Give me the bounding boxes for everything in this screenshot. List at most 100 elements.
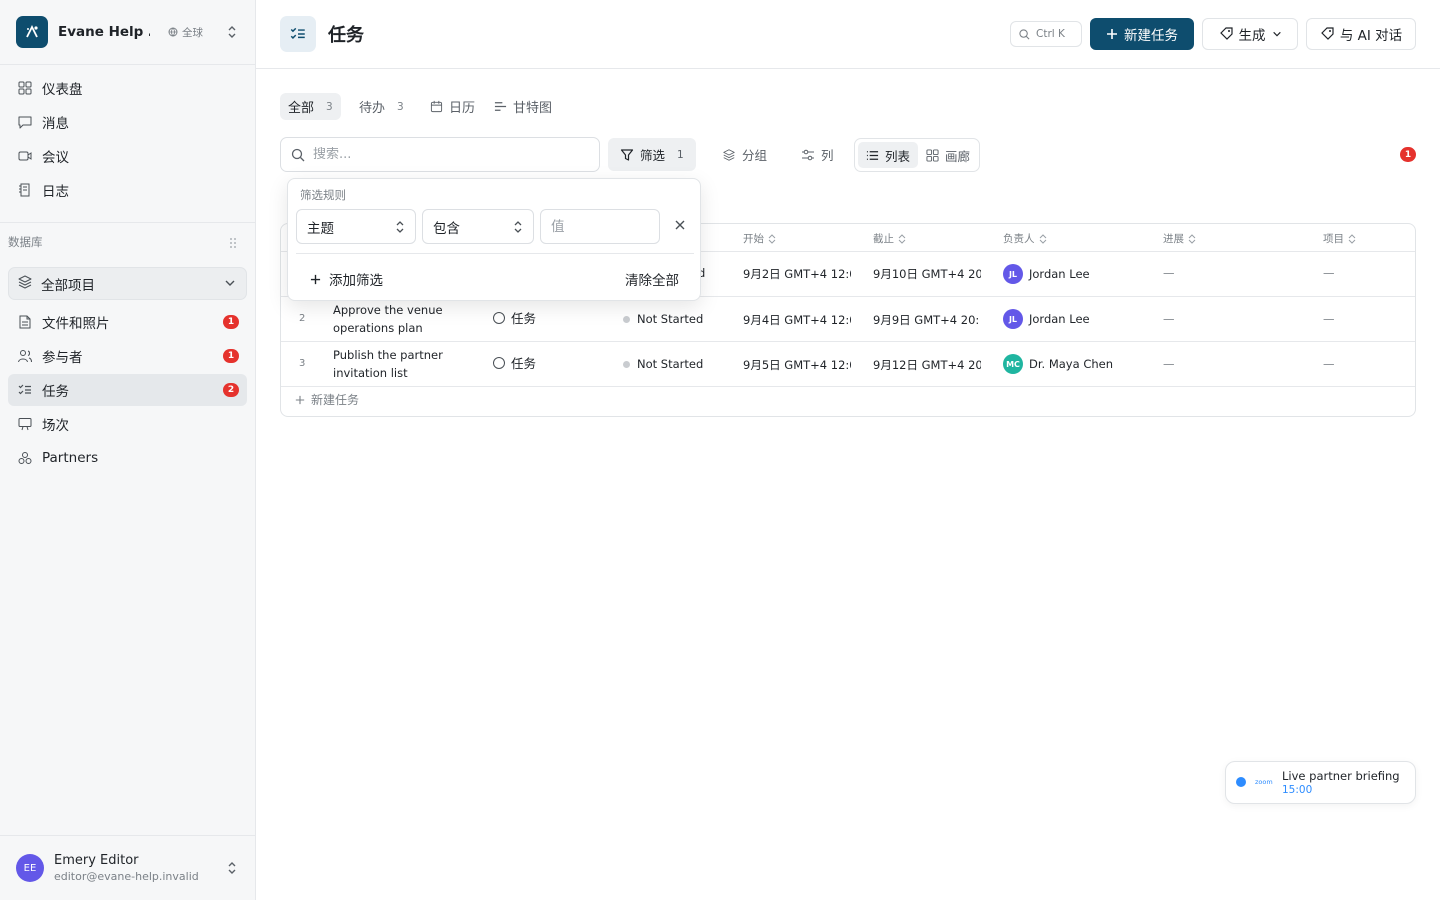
count-badge: 2: [223, 383, 239, 397]
column-header-progress[interactable]: 进展: [1163, 231, 1196, 246]
status-badge[interactable]: Not Started: [623, 312, 703, 326]
funnel-icon: [620, 148, 634, 161]
filter-operator-select[interactable]: 包含: [422, 209, 534, 244]
circle-icon: [493, 311, 505, 324]
table-row[interactable]: 2 Approve the venue operations plan 任务 N…: [281, 296, 1415, 341]
nav-item-label: 仪表盘: [42, 82, 83, 98]
group-button[interactable]: 分组: [710, 138, 779, 171]
view-gallery-label: 画廊: [945, 148, 971, 164]
filter-popup-title: 筛选规则: [300, 188, 346, 202]
live-meeting-card[interactable]: zoom Live partner briefing 15:00: [1225, 761, 1416, 804]
sidebar-item-participants[interactable]: 参与者 1: [8, 340, 247, 372]
ai-chat-button[interactable]: 与 AI 对话: [1306, 18, 1416, 50]
add-filter-button[interactable]: 添加筛选: [310, 269, 383, 289]
grid-icon: [926, 148, 939, 162]
user-email: editor@evane-help.invalid: [54, 870, 199, 883]
nav-item-logs[interactable]: 日志: [8, 174, 247, 206]
clear-all-button[interactable]: 清除全部: [625, 269, 679, 289]
filter-field-select[interactable]: 主题: [296, 209, 416, 244]
project-select[interactable]: 全部项目: [8, 267, 247, 300]
sidebar-item-label: 任务: [42, 384, 69, 400]
tab-calendar[interactable]: 日历: [430, 93, 475, 120]
layers-icon: [17, 274, 33, 294]
avatar: MC: [1003, 354, 1023, 374]
tab-todo[interactable]: 待办 3: [359, 93, 404, 120]
sort-icon: [1348, 233, 1356, 244]
sidebar-item-tasks[interactable]: 任务 2: [8, 374, 247, 406]
column-header-project[interactable]: 项目: [1323, 231, 1356, 246]
nav-item-label: 会议: [42, 150, 69, 166]
workspace-scope[interactable]: 全球: [168, 25, 203, 40]
column-header-start[interactable]: 开始: [743, 231, 776, 246]
sidebar-item-label: 参与者: [42, 350, 83, 366]
column-header-due[interactable]: 截止: [873, 231, 906, 246]
task-type[interactable]: 任务: [493, 353, 536, 372]
project-select-label: 全部项目: [41, 277, 95, 294]
status-dot: [623, 315, 630, 323]
task-list-icon: [16, 381, 34, 399]
sort-icon: [1039, 233, 1046, 244]
columns-button[interactable]: 列: [789, 138, 846, 171]
progress-value: —: [1163, 266, 1175, 280]
status-badge[interactable]: Not Started: [623, 357, 703, 371]
table-row[interactable]: 3 Publish the partner invitation list 任务…: [281, 341, 1415, 386]
sidebar-item-partners[interactable]: Partners: [8, 442, 247, 474]
drag-handle-icon[interactable]: [230, 237, 236, 252]
partners-icon: [16, 449, 34, 467]
tab-all[interactable]: 全部 3: [280, 93, 341, 120]
close-icon[interactable]: [674, 219, 686, 235]
plus-icon: [310, 274, 321, 284]
new-task-row-label: 新建任务: [311, 393, 360, 407]
search-box[interactable]: [280, 137, 600, 172]
nav-item-label: 日志: [42, 184, 69, 200]
task-subject[interactable]: Approve the venue operations plan: [333, 301, 463, 337]
filter-popup: 筛选规则 主题 包含 添加筛选 清除全部: [287, 178, 701, 301]
column-header-assignee[interactable]: 负责人: [1003, 231, 1047, 246]
avatar: JL: [1003, 309, 1023, 329]
nav-item-meetings[interactable]: 会议: [8, 140, 247, 172]
assignee[interactable]: JL Jordan Lee: [1003, 309, 1090, 329]
sidebar-item-files[interactable]: 文件和照片 1: [8, 306, 247, 338]
column-header-label: 负责人: [1003, 233, 1035, 245]
assignee[interactable]: MC Dr. Maya Chen: [1003, 354, 1113, 374]
nav-item-messages[interactable]: 消息: [8, 106, 247, 138]
assignee[interactable]: JL Jordan Lee: [1003, 264, 1090, 284]
users-icon: [16, 347, 34, 365]
file-image-icon: [16, 313, 34, 331]
new-task-button[interactable]: 新建任务: [1090, 18, 1194, 50]
plus-icon: [295, 395, 305, 404]
view-gallery-button[interactable]: 画廊: [918, 142, 978, 168]
avatar: JL: [1003, 264, 1023, 284]
page-title: 任务: [328, 25, 364, 46]
command-search-button[interactable]: Ctrl K: [1010, 21, 1082, 47]
status-label: Not Started: [637, 312, 704, 326]
chevron-updown-icon[interactable]: [226, 24, 238, 44]
count-badge: 1: [223, 349, 239, 363]
generate-button[interactable]: 生成: [1202, 18, 1298, 50]
due-date: 9月10日 GMT+4 20: [873, 267, 981, 281]
video-icon: [16, 147, 34, 165]
tab-count: 3: [326, 100, 333, 113]
nav-item-dashboard[interactable]: 仪表盘: [8, 72, 247, 104]
view-list-button[interactable]: 列表: [858, 142, 919, 168]
start-date: 9月2日 GMT+4 12:0: [743, 267, 851, 281]
workspace-switcher[interactable]: Evane Help … 全球: [16, 16, 240, 48]
row-number: 3: [299, 358, 306, 369]
new-task-row-button[interactable]: 新建任务: [295, 391, 359, 408]
task-type[interactable]: 任务: [493, 308, 536, 327]
new-task-label: 新建任务: [1124, 28, 1178, 44]
sidebar-item-label: 场次: [42, 418, 69, 434]
status-label: Not Started: [637, 357, 704, 371]
tab-gantt[interactable]: 甘特图: [494, 93, 552, 120]
filter-value-input[interactable]: [540, 209, 660, 244]
task-subject[interactable]: Publish the partner invitation list: [333, 346, 463, 382]
notification-badge[interactable]: 1: [1400, 147, 1416, 162]
database-section-label: 数据库: [8, 235, 43, 249]
filter-button[interactable]: 筛选 1: [608, 138, 696, 171]
search-input[interactable]: [313, 147, 573, 162]
chevron-updown-icon[interactable]: [226, 860, 238, 880]
columns-label: 列: [821, 148, 834, 163]
user-menu[interactable]: EE Emery Editor editor@evane-help.invali…: [16, 851, 240, 885]
sidebar-item-sessions[interactable]: 场次: [8, 408, 247, 440]
tab-label: 日历: [449, 101, 476, 116]
